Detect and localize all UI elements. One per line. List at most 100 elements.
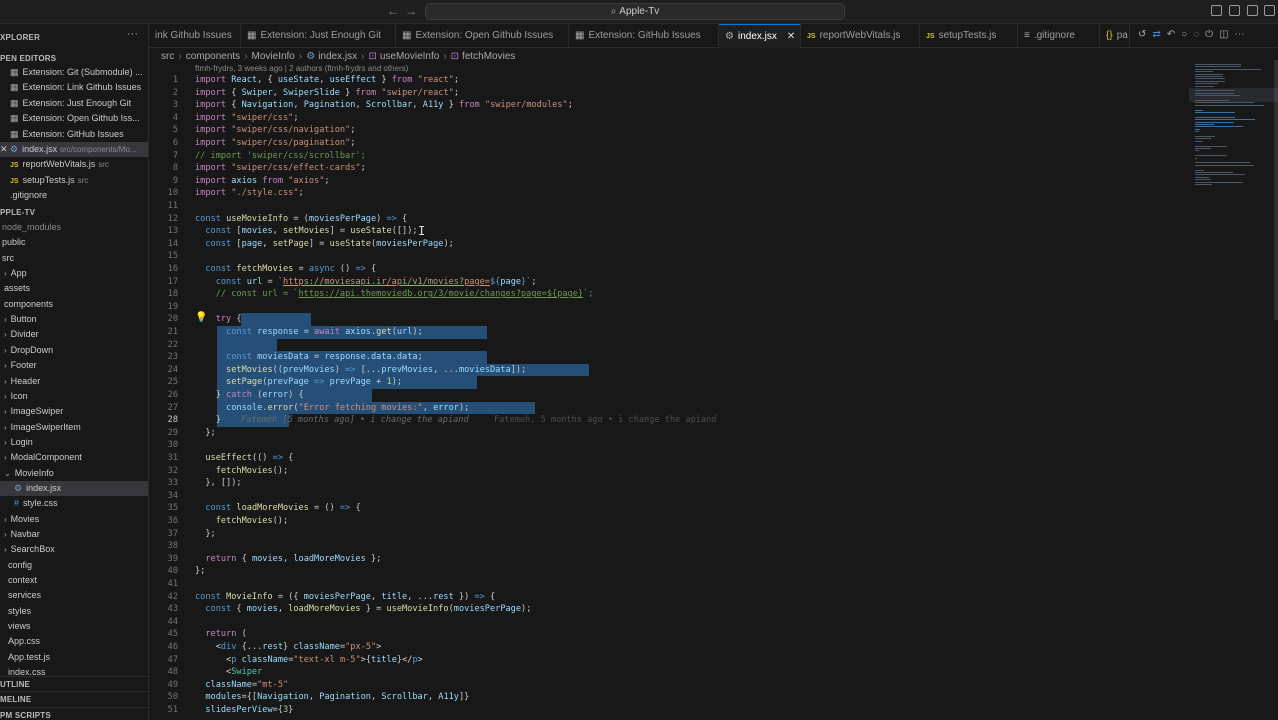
file-tree-item[interactable]: › ImageSwiper xyxy=(0,404,148,419)
code-line[interactable]: 1 import React, { useState, useEffect } f… xyxy=(149,74,1189,87)
code-line[interactable]: 38 xyxy=(149,540,1189,553)
file-tree-item[interactable]: › Login xyxy=(0,435,148,450)
code-line[interactable]: 3 import { Navigation, Pagination, Scroll… xyxy=(149,99,1189,112)
code-line[interactable]: 34 xyxy=(149,490,1189,503)
toggle-sidebar-icon[interactable] xyxy=(1211,5,1222,16)
code-line[interactable]: 10 import "./style.css"; xyxy=(149,187,1189,200)
file-tree-item[interactable]: App.test.js xyxy=(0,650,148,665)
code-line[interactable]: 39 return { movies, loadMoreMovies }; xyxy=(149,553,1189,566)
project-title[interactable]: PPLE-TV xyxy=(0,205,148,220)
file-tree-item[interactable]: config xyxy=(0,558,148,573)
open-editor-item[interactable]: ▦ Extension: Git (Submodule) ... xyxy=(0,65,148,80)
file-tree-item[interactable]: ⚙ index.jsx xyxy=(0,480,148,496)
code-line[interactable]: 51 slidesPerView={3} xyxy=(149,704,1189,717)
file-tree-item[interactable]: src xyxy=(0,251,148,266)
code-line[interactable]: 12 const useMovieInfo = (moviesPerPage) =… xyxy=(149,213,1189,226)
code-line[interactable]: 31 useEffect(() => { xyxy=(149,452,1189,465)
code-line[interactable]: 4 import "swiper/css"; xyxy=(149,112,1189,125)
code-line[interactable]: 6 import "swiper/css/pagination"; xyxy=(149,137,1189,150)
editor-tab[interactable]: ⚙ index.jsx ✕ xyxy=(719,24,801,48)
file-tree-item[interactable]: › Movies xyxy=(0,512,148,527)
file-tree-item[interactable]: › Footer xyxy=(0,358,148,373)
code-line[interactable]: 47 <p className="text-xl m-5">{title}</p… xyxy=(149,654,1189,667)
back-arrow-icon[interactable]: ← xyxy=(387,4,399,18)
editor-tab[interactable]: ▦ Extension: Just Enough Git xyxy=(241,24,396,48)
code-line[interactable]: 33 }, []); xyxy=(149,477,1189,490)
code-line[interactable]: 7 // import 'swiper/css/scrollbar'; xyxy=(149,150,1189,163)
code-line[interactable]: 36 fetchMovies(); xyxy=(149,515,1189,528)
code-line[interactable]: 8 import "swiper/css/effect-cards"; xyxy=(149,162,1189,175)
code-line[interactable]: 16 const fetchMovies = async () => { xyxy=(149,263,1189,276)
file-tree-item[interactable]: › App xyxy=(0,266,148,281)
editor-tab[interactable]: ▦ Extension: Open Github Issues xyxy=(396,24,569,48)
editor-tab[interactable]: {} pa xyxy=(1100,24,1130,48)
open-editor-item[interactable]: ▦ Extension: Just Enough Git xyxy=(0,96,148,111)
code-line[interactable]: 40}; xyxy=(149,565,1189,578)
file-tree-item[interactable]: › ModalComponent xyxy=(0,450,148,465)
forward-arrow-icon[interactable]: → xyxy=(405,4,417,18)
lightbulb-icon[interactable]: 💡 xyxy=(195,312,207,323)
git-compare-icon[interactable]: ⇄ xyxy=(1152,29,1166,40)
code-line[interactable]: 28 } Fatemeh [5 months ago] • i change th… xyxy=(149,414,1189,427)
open-editor-item[interactable]: .gitignore xyxy=(0,188,148,203)
open-editors-title[interactable]: PEN EDITORS xyxy=(0,51,148,66)
close-tab-icon[interactable]: ✕ xyxy=(787,31,795,42)
timeline-title[interactable]: MELINE xyxy=(0,691,148,706)
open-editor-item[interactable]: ▦ Extension: Link Github Issues xyxy=(0,80,148,95)
more-actions-icon[interactable]: ··· xyxy=(127,28,138,40)
editor-tab[interactable]: ≡ .gitignore xyxy=(1018,24,1100,48)
code-line[interactable]: 27 console.error("Error fetching movies:… xyxy=(149,401,1189,415)
circle-icon[interactable]: ○ xyxy=(1181,29,1193,40)
code-line[interactable]: 50 modules={[Navigation, Pagination, Scr… xyxy=(149,691,1189,704)
breadcrumb-segment[interactable]: components xyxy=(186,51,240,62)
file-tree-item[interactable]: node_modules xyxy=(0,220,148,235)
code-line[interactable]: 20 try { xyxy=(149,313,1189,326)
code-line[interactable]: 25 setPage(prevPage => prevPage + 1); xyxy=(149,376,1189,389)
file-tree-item[interactable]: › Navbar xyxy=(0,527,148,542)
customize-layout-icon[interactable] xyxy=(1264,5,1275,16)
code-line[interactable]: 23 const moviesData = response.data.data… xyxy=(149,351,1189,364)
code-line[interactable]: 37 }; xyxy=(149,528,1189,541)
file-tree-item[interactable]: › DropDown xyxy=(0,343,148,358)
breadcrumb-segment[interactable]: fetchMovies xyxy=(462,51,515,62)
code-line[interactable]: 19 xyxy=(149,301,1189,314)
vertical-scrollbar[interactable] xyxy=(1274,60,1278,320)
editor-tab[interactable]: JS setupTests.js xyxy=(920,24,1018,48)
open-changes-icon[interactable]: ◌ xyxy=(1193,29,1205,40)
breadcrumb-segment[interactable]: useMovieInfo xyxy=(380,51,439,62)
code-line[interactable]: 9 import axios from "axios"; xyxy=(149,175,1189,188)
file-tree-item[interactable]: assets xyxy=(0,281,148,296)
code-line[interactable]: 46 <div {...rest} className="px-5"> xyxy=(149,641,1189,654)
file-tree-item[interactable]: › ImageSwiperItem xyxy=(0,420,148,435)
file-tree-item[interactable]: services xyxy=(0,588,148,603)
editor-tab[interactable]: ▦ Extension: GitHub Issues xyxy=(569,24,719,48)
file-tree-item[interactable]: › Divider xyxy=(0,327,148,342)
code-line[interactable]: 32 fetchMovies(); xyxy=(149,465,1189,478)
code-line[interactable]: 24 setMovies((prevMovies) => [...prevMov… xyxy=(149,363,1189,377)
breadcrumb-segment[interactable]: src xyxy=(161,51,174,62)
history-icon[interactable]: ↺ xyxy=(1138,29,1152,40)
editor-tab[interactable]: JS reportWebVitals.js xyxy=(801,24,920,48)
file-tree-item[interactable]: # style.css xyxy=(0,496,148,511)
file-tree-item[interactable]: › SearchBox xyxy=(0,542,148,557)
code-line[interactable]: 22 xyxy=(149,338,1189,352)
more-icon[interactable]: ⋯ xyxy=(1235,29,1251,40)
file-tree-item[interactable]: ⌄ MovieInfo xyxy=(0,466,148,481)
code-line[interactable]: 13 const [movies, setMovies] = useState(… xyxy=(149,225,1189,238)
code-line[interactable]: 18 // const url = `https://api.themovied… xyxy=(149,288,1189,301)
code-line[interactable]: 43 const { movies, loadMoreMovies } = us… xyxy=(149,603,1189,616)
file-tree-item[interactable]: › Header xyxy=(0,374,148,389)
open-editor-item[interactable]: ▦ Extension: GitHub Issues xyxy=(0,127,148,142)
open-editor-item[interactable]: JS reportWebVitals.js src xyxy=(0,157,148,172)
code-line[interactable]: 29 }; xyxy=(149,427,1189,440)
code-line[interactable]: 48 <Swiper xyxy=(149,666,1189,679)
code-editor[interactable]: 1 import React, { useState, useEffect } f… xyxy=(149,74,1189,720)
open-editor-item[interactable]: JS setupTests.js src xyxy=(0,173,148,188)
toggle-secondary-sidebar-icon[interactable] xyxy=(1247,5,1258,16)
code-line[interactable]: 30 xyxy=(149,439,1189,452)
file-tree-item[interactable]: views xyxy=(0,619,148,634)
code-line[interactable]: 35 const loadMoreMovies = () => { xyxy=(149,502,1189,515)
toggle-panel-icon[interactable] xyxy=(1229,5,1240,16)
code-line[interactable]: 44 xyxy=(149,616,1189,629)
code-line[interactable]: 26 } catch (error) { xyxy=(149,389,1189,402)
